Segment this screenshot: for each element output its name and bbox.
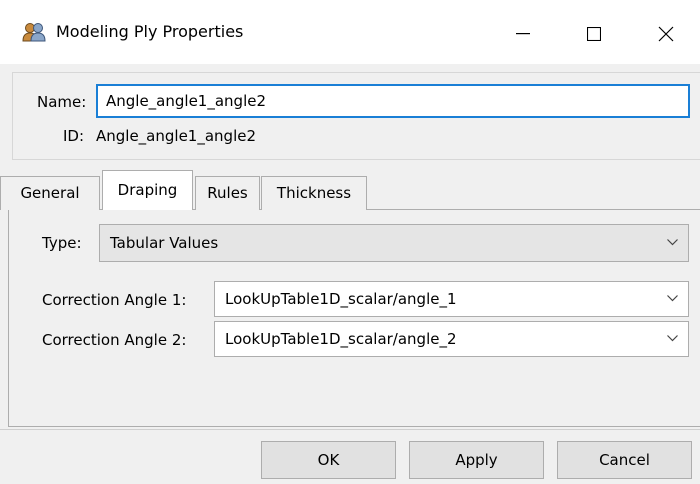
chevron-down-icon <box>667 335 678 342</box>
id-label: ID: <box>63 127 85 145</box>
tab-draping[interactable]: Draping <box>102 170 193 210</box>
minimize-icon <box>516 33 530 35</box>
window-title: Modeling Ply Properties <box>56 22 244 41</box>
minimize-button[interactable] <box>495 14 551 54</box>
chevron-down-icon <box>667 239 678 246</box>
name-input[interactable] <box>96 84 690 118</box>
correction-angle-2-value: LookUpTable1D_scalar/angle_2 <box>225 330 457 348</box>
name-label: Name: <box>37 93 87 111</box>
type-dropdown-value: Tabular Values <box>110 234 219 252</box>
cancel-button[interactable]: Cancel <box>557 441 692 479</box>
close-icon <box>658 26 674 42</box>
tab-general[interactable]: General <box>0 176 100 210</box>
type-dropdown[interactable]: Tabular Values <box>99 224 689 262</box>
correction-angle-1-dropdown[interactable]: LookUpTable1D_scalar/angle_1 <box>214 281 689 317</box>
correction-angle-1-label: Correction Angle 1: <box>42 291 187 309</box>
title-bar: Modeling Ply Properties <box>0 0 700 64</box>
tab-thickness[interactable]: Thickness <box>261 176 367 210</box>
close-button[interactable] <box>638 14 694 54</box>
maximize-icon <box>587 27 601 41</box>
correction-angle-1-value: LookUpTable1D_scalar/angle_1 <box>225 290 457 308</box>
apply-button[interactable]: Apply <box>409 441 544 479</box>
footer-divider <box>0 429 700 430</box>
id-value: Angle_angle1_angle2 <box>96 127 257 145</box>
modeling-ply-icon <box>22 22 46 42</box>
correction-angle-2-dropdown[interactable]: LookUpTable1D_scalar/angle_2 <box>214 321 689 357</box>
maximize-button[interactable] <box>566 14 622 54</box>
type-label: Type: <box>42 234 82 252</box>
ok-button[interactable]: OK <box>261 441 396 479</box>
chevron-down-icon <box>667 295 678 302</box>
correction-angle-2-label: Correction Angle 2: <box>42 331 187 349</box>
tab-rules[interactable]: Rules <box>195 176 260 210</box>
